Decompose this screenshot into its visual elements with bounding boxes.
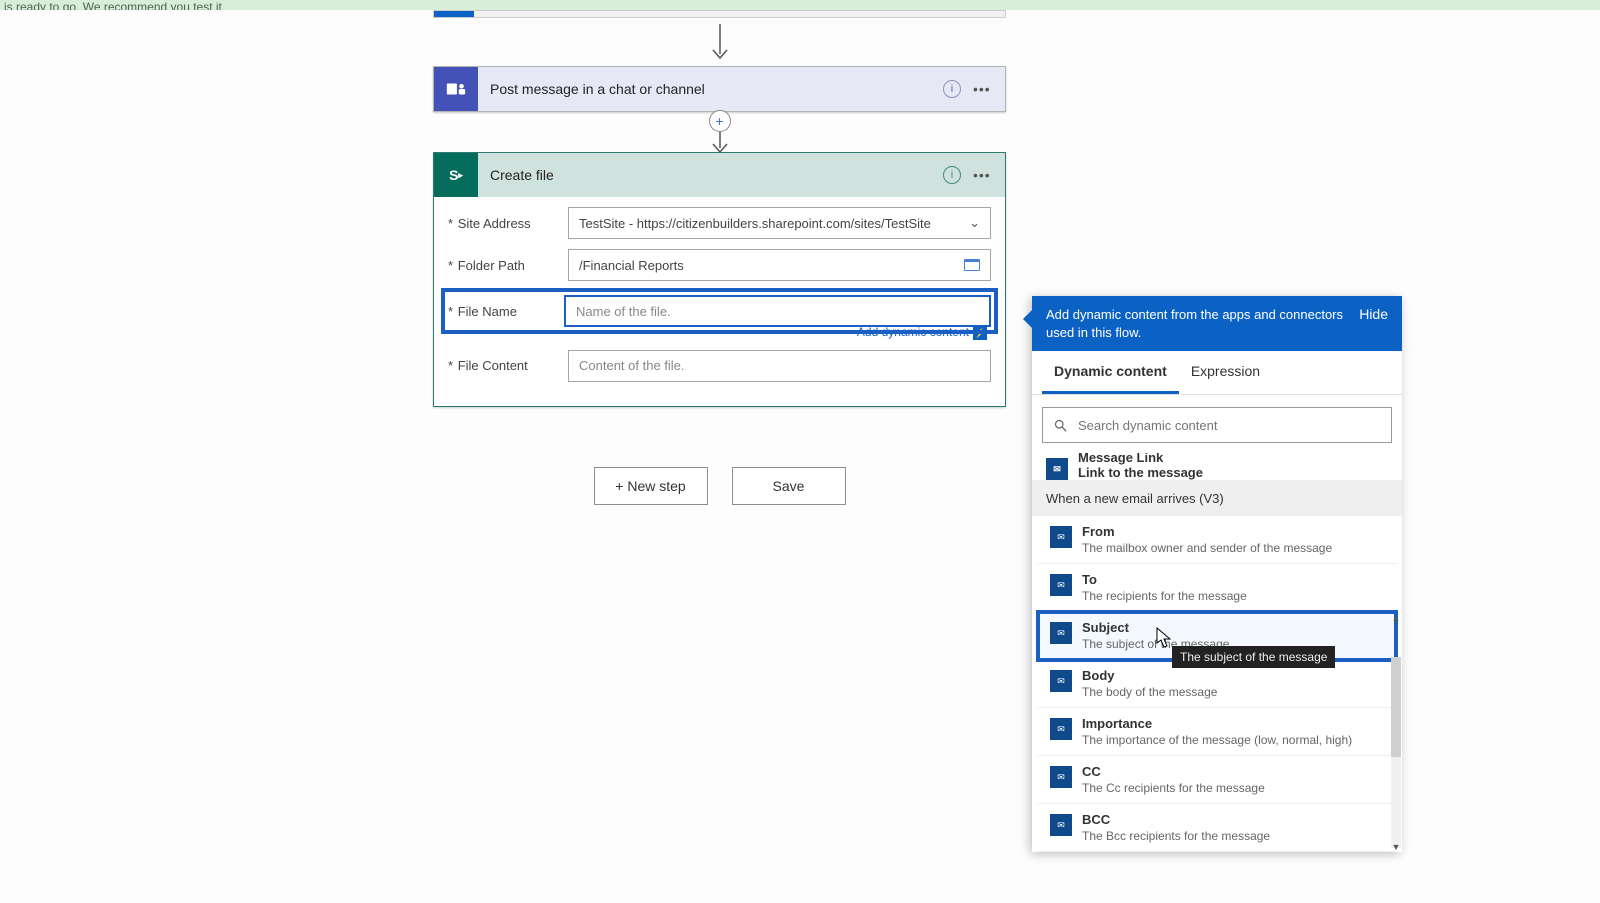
scrollbar[interactable] (1391, 657, 1401, 848)
save-button[interactable]: Save (732, 467, 846, 505)
connector-mini-icon: ✉ (1050, 718, 1072, 740)
item-name: Importance (1082, 716, 1384, 731)
callout-pointer (1023, 310, 1032, 328)
chevron-down-icon: ⌄ (969, 215, 980, 231)
dynamic-content-item-from[interactable]: ✉ From The mailbox owner and sender of the… (1038, 516, 1396, 564)
dynamic-content-item-bcc[interactable]: ✉ BCC The Bcc recipients for the message (1038, 804, 1396, 852)
action-menu-button[interactable]: ••• (973, 167, 997, 183)
teams-icon (434, 67, 478, 111)
dynamic-content-panel: Add dynamic content from the apps and co… (1032, 296, 1402, 852)
site-address-row: * Site Address TestSite - https://citize… (448, 207, 991, 239)
file-name-label: File Name (458, 304, 517, 319)
file-name-placeholder: Name of the file. (576, 304, 671, 319)
list-item[interactable]: ✉ Message Link Link to the message (1032, 453, 1402, 481)
dynamic-content-item-to[interactable]: ✉ To The recipients for the message (1038, 564, 1396, 612)
sharepoint-create-file-card: S▸ Create file i ••• * Site Address Test… (433, 152, 1006, 407)
item-desc: Link to the message (1078, 465, 1203, 480)
file-content-input[interactable]: Content of the file. (568, 350, 991, 382)
item-name: From (1082, 524, 1384, 539)
folder-path-value: /Financial Reports (579, 258, 684, 273)
teams-action-title: Post message in a chat or channel (478, 81, 943, 97)
item-desc: The body of the message (1082, 685, 1384, 699)
insert-step-button[interactable]: + (709, 110, 731, 132)
item-name: Message Link (1078, 453, 1163, 465)
add-dynamic-content-link[interactable]: Add dynamic content⚡ (448, 325, 987, 340)
previous-step-collapsed[interactable] (433, 10, 1006, 18)
item-desc: The recipients for the message (1082, 589, 1384, 603)
tooltip: The subject of the message (1172, 646, 1335, 668)
folder-path-input[interactable]: /Financial Reports (568, 249, 991, 281)
folder-path-label: Folder Path (458, 258, 525, 273)
item-name: To (1082, 572, 1384, 587)
connector-arrow-with-add: + (433, 112, 1006, 152)
dynamic-content-search-input[interactable] (1078, 418, 1381, 433)
item-name: Body (1082, 668, 1384, 683)
sharepoint-action-title: Create file (478, 167, 943, 183)
connector-mini-icon: ✉ (1050, 622, 1072, 644)
tab-expression[interactable]: Expression (1179, 351, 1272, 394)
item-name: CC (1082, 764, 1384, 779)
connector-mini-icon: ✉ (1046, 458, 1068, 480)
lightning-icon: ⚡ (973, 326, 987, 340)
dynamic-content-item-importance[interactable]: ✉ Importance The importance of the message… (1038, 708, 1396, 756)
action-menu-button[interactable]: ••• (973, 81, 997, 97)
connector-mini-icon: ✉ (1050, 814, 1072, 836)
connector-mini-icon: ✉ (1050, 526, 1072, 548)
dynamic-content-item-cc[interactable]: ✉ CC The Cc recipients for the message (1038, 756, 1396, 804)
item-desc: The Cc recipients for the message (1082, 781, 1384, 795)
folder-path-row: * Folder Path /Financial Reports (448, 249, 991, 281)
connector-mini-icon: ✉ (1050, 574, 1072, 596)
connector-arrow (433, 18, 1006, 66)
site-address-label: Site Address (458, 216, 531, 231)
file-content-row: * File Content Content of the file. (448, 350, 991, 382)
site-address-value: TestSite - https://citizenbuilders.share… (579, 216, 931, 231)
sharepoint-icon: S▸ (434, 153, 478, 197)
help-icon[interactable]: i (943, 166, 961, 184)
site-address-dropdown[interactable]: TestSite - https://citizenbuilders.share… (568, 207, 991, 239)
notification-banner: is ready to go. We recommend you test it (0, 0, 1600, 10)
item-name: BCC (1082, 812, 1384, 827)
new-step-button[interactable]: + New step (594, 467, 708, 505)
search-icon (1053, 418, 1068, 433)
scroll-down-icon[interactable]: ▼ (1391, 842, 1401, 852)
folder-picker-icon[interactable] (964, 259, 980, 271)
file-content-label: File Content (458, 358, 528, 373)
connector-mini-icon: ✉ (1050, 670, 1072, 692)
scrollbar-thumb[interactable] (1391, 657, 1401, 757)
item-desc: The importance of the message (low, norm… (1082, 733, 1384, 747)
tab-dynamic-content[interactable]: Dynamic content (1042, 351, 1179, 394)
file-content-placeholder: Content of the file. (579, 358, 685, 373)
cursor-icon (1156, 627, 1172, 649)
help-icon[interactable]: i (943, 80, 961, 98)
dynamic-content-heading: Add dynamic content from the apps and co… (1046, 306, 1359, 341)
hide-panel-link[interactable]: Hide (1359, 306, 1388, 341)
teams-action-card[interactable]: Post message in a chat or channel i ••• (433, 66, 1006, 112)
item-name: Subject (1082, 620, 1384, 635)
file-name-input[interactable]: Name of the file. (564, 295, 991, 327)
scroll-up-icon[interactable]: ▲ (1391, 613, 1401, 623)
dynamic-content-search[interactable] (1042, 407, 1392, 443)
connector-mini-icon: ✉ (1050, 766, 1072, 788)
item-desc: The Bcc recipients for the message (1082, 829, 1384, 843)
item-desc: The mailbox owner and sender of the mess… (1082, 541, 1384, 555)
connector-section-header: When a new email arrives (V3) (1032, 481, 1402, 516)
